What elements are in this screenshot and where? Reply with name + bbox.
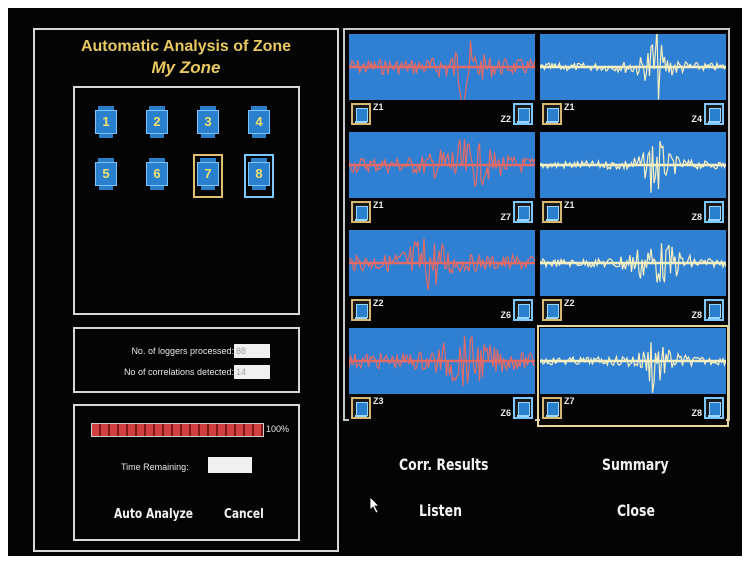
logger-3-icon[interactable]: 3 [197,106,219,140]
waveform-plot [540,230,726,296]
right-logger-icon [513,201,533,223]
corr-results-button[interactable]: Corr. Results [399,455,488,474]
correlation-cell-footer: Z1 Z4 [540,100,726,130]
left-logger-icon [542,299,562,321]
waveform-plot [349,230,535,296]
left-zone-label: Z1 [373,200,384,210]
logger-5-icon[interactable]: 5 [95,158,117,192]
waveform-plot [349,328,535,394]
logger-number: 4 [248,110,270,134]
left-logger-icon [542,103,562,125]
left-zone-label: Z3 [373,396,384,406]
waveform-plot [540,328,726,394]
zone-name: My Zone [151,58,221,77]
correlations-detected-label: No of correlations detected: [123,367,234,377]
correlation-cell[interactable]: Z1 Z8 [540,132,726,228]
right-zone-label: Z8 [691,212,702,222]
right-logger-icon [704,397,724,419]
left-zone-label: Z7 [564,396,575,406]
correlation-cell[interactable]: Z7 Z8 [537,325,729,427]
left-zone-label: Z2 [373,298,384,308]
right-zone-label: Z6 [500,408,511,418]
logger-8-icon[interactable]: 8 [248,158,270,192]
logger-1-icon[interactable]: 1 [95,106,117,140]
cancel-button[interactable]: Cancel [224,507,264,522]
left-logger-icon [351,397,371,419]
logger-number: 3 [197,110,219,134]
progress-panel: 100% Time Remaining: Auto Analyze Cancel [73,404,300,541]
analysis-panel: Automatic Analysis of Zone My Zone 1 2 3 4 5… [33,28,339,552]
correlation-cell-footer: Z7 Z8 [540,394,726,424]
left-logger-icon [542,397,562,419]
correlation-cell-footer: Z2 Z8 [540,296,726,326]
correlation-cell-footer: Z2 Z6 [349,296,535,326]
logger-4-icon[interactable]: 4 [248,106,270,140]
logger-number: 7 [197,162,219,186]
correlation-cell-footer: Z3 Z6 [349,394,535,424]
listen-button[interactable]: Listen [419,501,462,520]
loggers-processed-field: 88 [234,344,270,358]
auto-analyze-button[interactable]: Auto Analyze [114,507,193,522]
logger-grid: 1 2 3 4 5 6 7 8 [73,86,300,315]
right-logger-icon [513,299,533,321]
right-logger-icon [704,299,724,321]
right-logger-icon [513,103,533,125]
correlation-cell[interactable]: Z3 Z6 [349,328,535,424]
left-logger-icon [351,201,371,223]
right-zone-label: Z2 [500,114,511,124]
correlation-cell-footer: Z1 Z7 [349,198,535,228]
logger-number: 2 [146,110,168,134]
left-zone-label: Z1 [373,102,384,112]
correlation-cell[interactable]: Z2 Z8 [540,230,726,326]
correlation-cell-footer: Z1 Z8 [540,198,726,228]
correlation-cell-footer: Z1 Z2 [349,100,535,130]
right-logger-icon [704,201,724,223]
waveform-plot [349,34,535,100]
left-logger-icon [351,299,371,321]
correlation-cell[interactable]: Z1 Z2 [349,34,535,130]
right-zone-label: Z6 [500,310,511,320]
logger-number: 1 [95,110,117,134]
waveform-plot [540,34,726,100]
time-remaining-field [208,457,252,473]
window-title: Automatic Analysis of Zone [80,38,292,55]
summary-button[interactable]: Summary [602,455,669,474]
correlation-grid: Z1 Z2 Z1 Z4 Z1 Z7 Z1 Z8 Z2 Z6 Z2 Z8 Z3 Z6 Z7 Z8 [343,28,730,427]
correlation-cell[interactable]: Z2 Z6 [349,230,535,326]
logger-number: 5 [95,162,117,186]
correlation-cell[interactable]: Z1 Z7 [349,132,535,228]
correlations-detected-field: 14 [234,365,270,379]
left-zone-label: Z1 [564,102,575,112]
correlation-cell[interactable]: Z1 Z4 [540,34,726,130]
right-zone-label: Z8 [691,408,702,418]
right-logger-icon [513,397,533,419]
mouse-pointer-icon [369,496,380,514]
right-zone-label: Z8 [691,310,702,320]
waveform-plot [349,132,535,198]
loggers-processed-label: No. of loggers processed: [131,346,234,356]
left-zone-label: Z2 [564,298,575,308]
left-logger-icon [351,103,371,125]
right-zone-label: Z7 [500,212,511,222]
left-logger-icon [542,201,562,223]
logger-2-icon[interactable]: 2 [146,106,168,140]
waveform-plot [540,132,726,198]
logger-number: 6 [146,162,168,186]
progress-bar-fill [92,424,263,436]
progress-bar [91,423,264,437]
right-logger-icon [704,103,724,125]
left-zone-label: Z1 [564,200,575,210]
time-remaining-label: Time Remaining: [121,462,189,472]
stats-panel: No. of loggers processed: 88 No of corre… [73,327,300,393]
right-zone-label: Z4 [691,114,702,124]
progress-percent: 100% [266,424,290,434]
logger-number: 8 [248,162,270,186]
logger-6-icon[interactable]: 6 [146,158,168,192]
close-button[interactable]: Close [617,501,655,520]
logger-7-icon[interactable]: 7 [197,158,219,192]
